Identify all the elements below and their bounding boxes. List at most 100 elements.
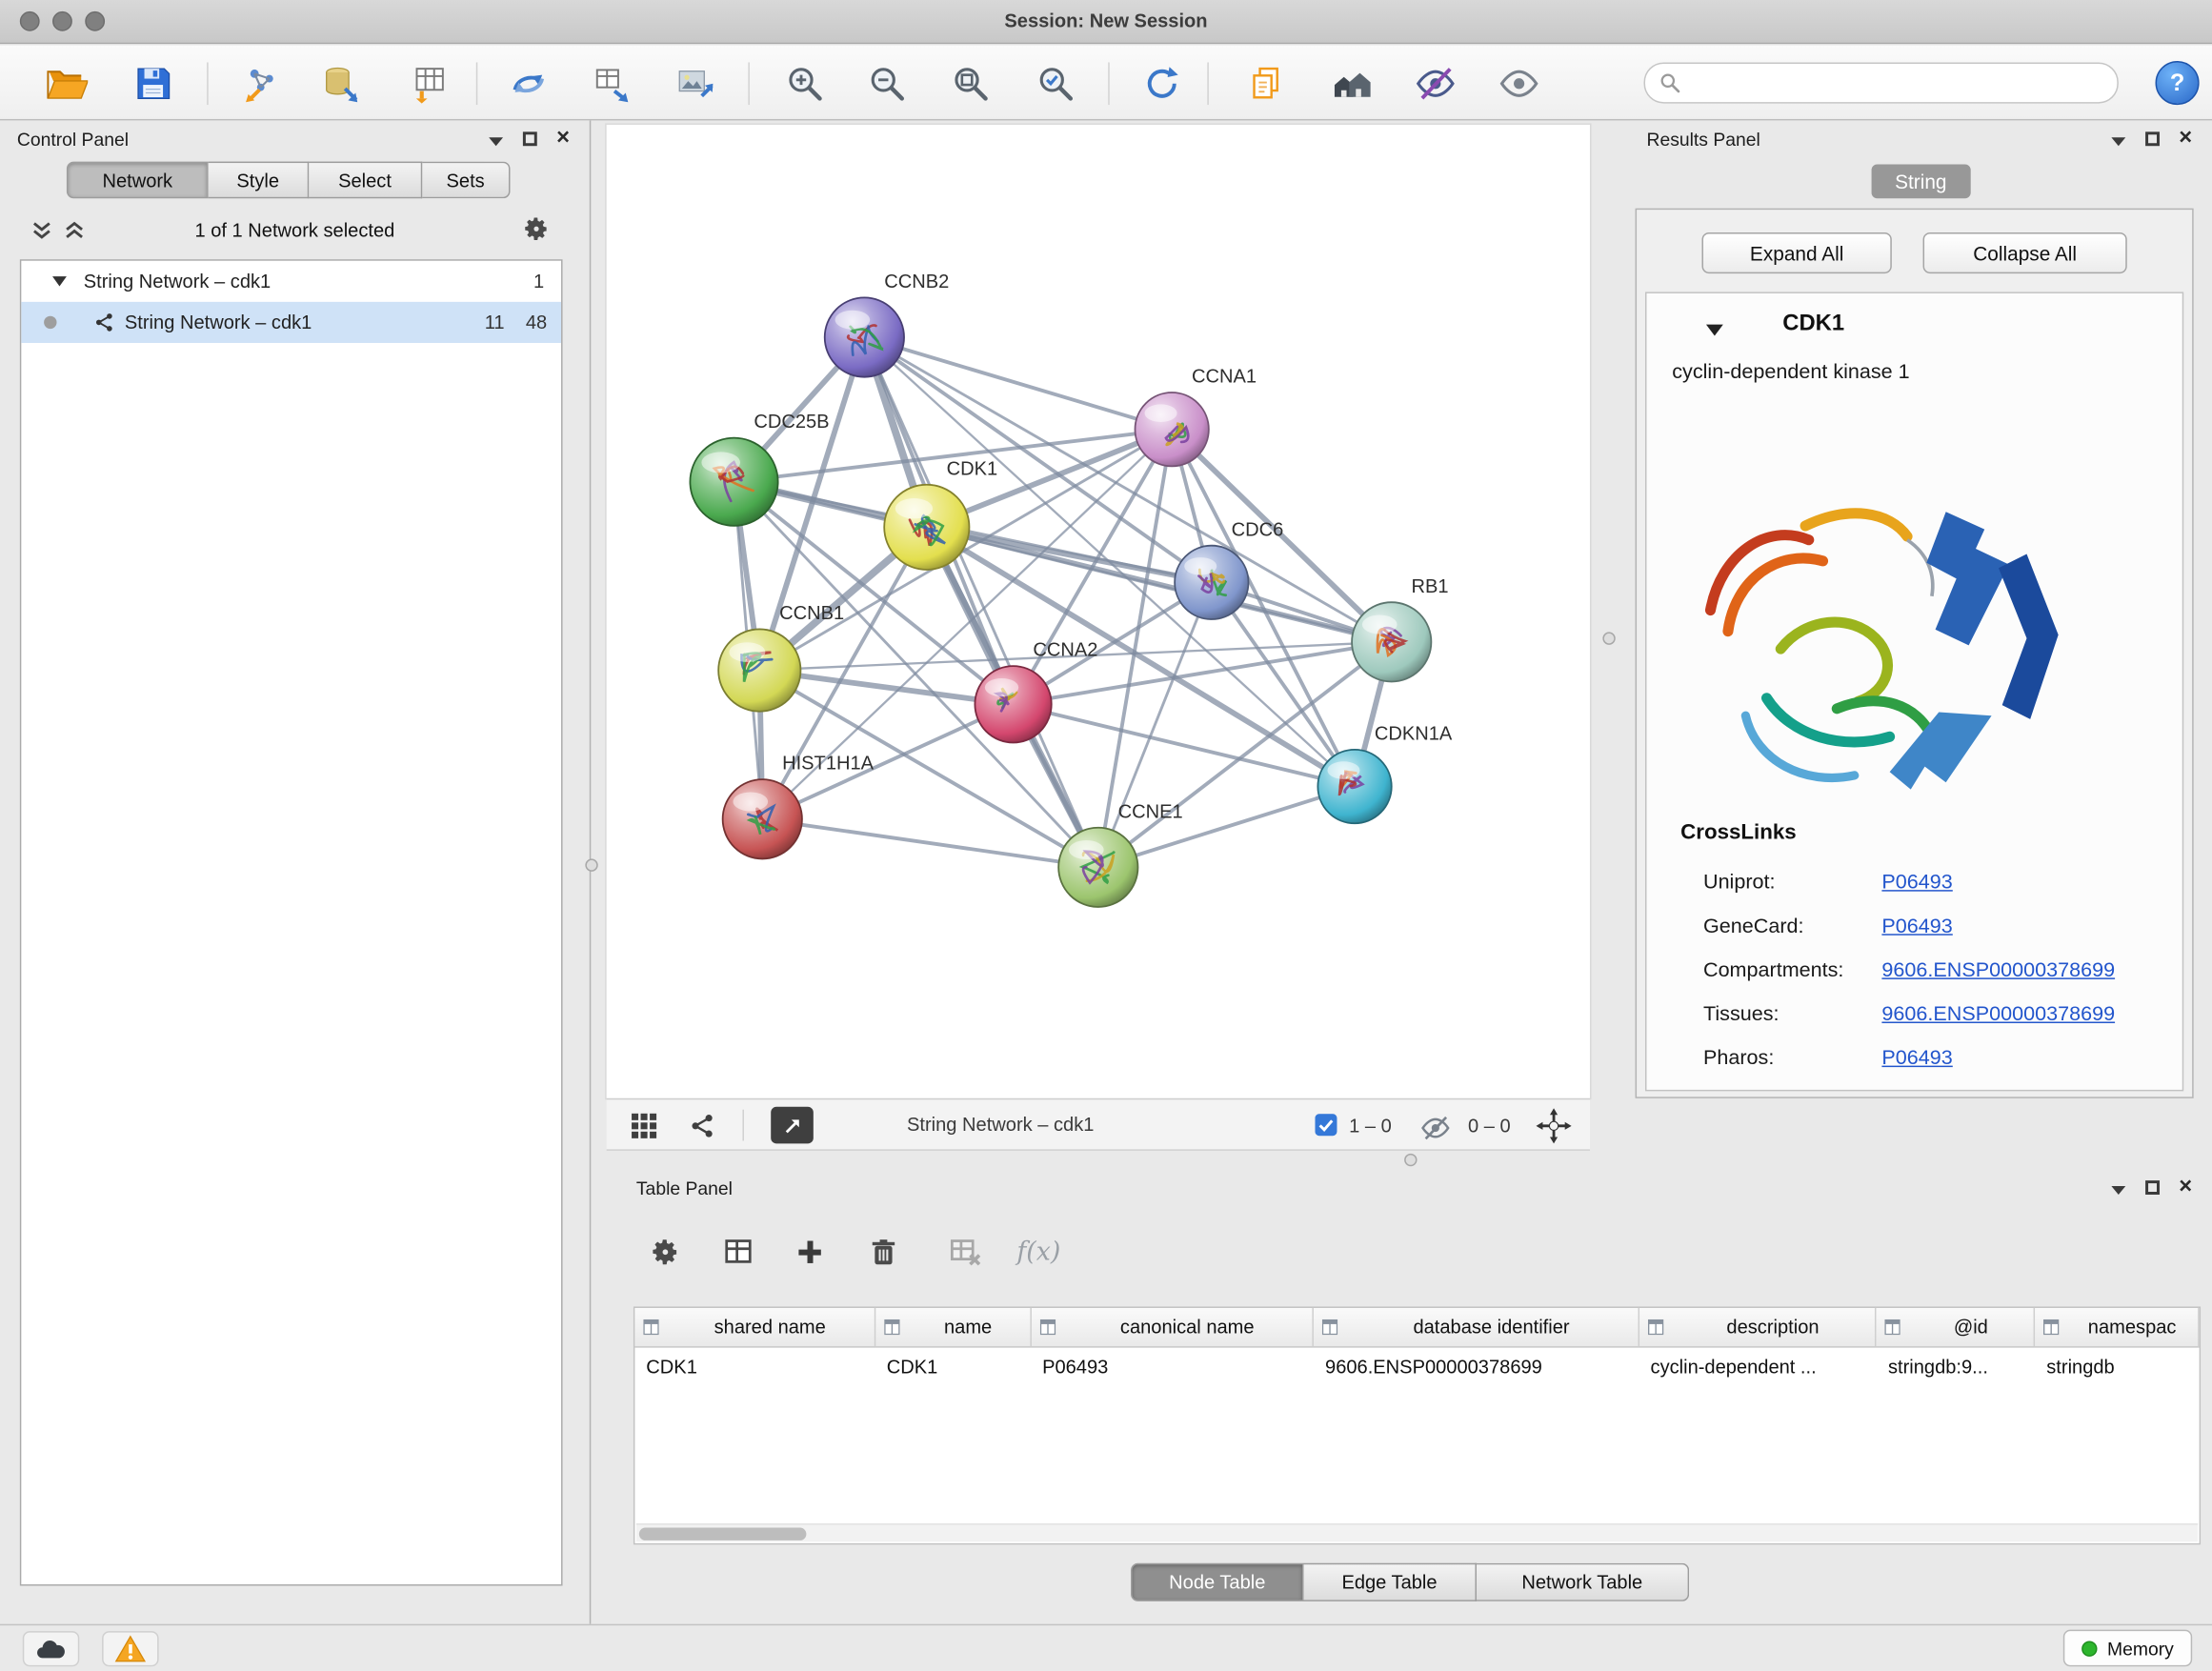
open-session-button[interactable] <box>38 55 95 112</box>
node-CCNA1[interactable] <box>1135 393 1208 466</box>
zoom-out-button[interactable] <box>858 55 915 112</box>
vertical-splitter-handle[interactable] <box>585 858 597 871</box>
search-input[interactable] <box>1689 72 2102 93</box>
vertical-splitter-handle[interactable] <box>1602 632 1615 644</box>
table-cell[interactable]: cyclin-dependent ... <box>1639 1348 1877 1388</box>
network-collection-row[interactable]: String Network – cdk1 1 <box>21 261 561 302</box>
show-all-button[interactable] <box>1491 55 1548 112</box>
collapse-all-networks-icon[interactable] <box>64 220 85 241</box>
table-options-gear-icon[interactable] <box>639 1226 691 1278</box>
tab-edge-table[interactable]: Edge Table <box>1304 1563 1477 1601</box>
collapse-all-button[interactable]: Collapse All <box>1923 232 2127 273</box>
edge-CCNB2-CCNE1[interactable] <box>864 337 1097 867</box>
crosslink-link[interactable]: 9606.ENSP00000378699 <box>1881 1002 2115 1025</box>
birds-eye-view-icon[interactable] <box>629 1111 658 1140</box>
crosslink-link[interactable]: P06493 <box>1881 1047 1952 1070</box>
selected-checkbox-icon[interactable] <box>1315 1114 1337 1137</box>
delete-column-trash-icon[interactable] <box>857 1226 909 1278</box>
zoom-in-button[interactable] <box>776 55 834 112</box>
network-share-icon[interactable] <box>689 1113 715 1139</box>
expand-all-button[interactable]: Expand All <box>1701 232 1891 273</box>
horizontal-splitter-handle[interactable] <box>1404 1154 1417 1166</box>
table-cell[interactable]: stringdb <box>2035 1348 2199 1388</box>
tab-network-table[interactable]: Network Table <box>1477 1563 1689 1601</box>
node-CDC6[interactable] <box>1175 546 1248 619</box>
node-CCNB1[interactable] <box>718 629 800 711</box>
hide-selected-button[interactable] <box>1407 55 1464 112</box>
cloud-status-button[interactable] <box>23 1631 80 1666</box>
network-from-selection-button[interactable] <box>500 55 557 112</box>
home-button[interactable] <box>1323 55 1380 112</box>
network-row-selected[interactable]: String Network – cdk1 11 48 <box>21 302 561 343</box>
column-header-5[interactable]: @id <box>1877 1308 2035 1346</box>
node-CCNE1[interactable] <box>1058 828 1137 907</box>
crosslink-link[interactable]: P06493 <box>1881 871 1952 894</box>
node-RB1[interactable] <box>1352 602 1431 681</box>
delete-table-icon[interactable] <box>939 1226 991 1278</box>
crosslink-link[interactable]: 9606.ENSP00000378699 <box>1881 958 2115 981</box>
close-panel-icon[interactable]: × <box>556 129 570 147</box>
import-network-database-button[interactable] <box>312 55 369 112</box>
duplicate-network-button[interactable] <box>1238 55 1296 112</box>
collapse-panel-icon[interactable] <box>489 137 503 146</box>
tab-style[interactable]: Style <box>209 162 310 199</box>
tab-select[interactable]: Select <box>309 162 422 199</box>
node-CDC25B[interactable] <box>690 438 777 526</box>
column-header-1[interactable]: name <box>875 1308 1031 1346</box>
function-builder-icon[interactable]: f(x) <box>1005 1226 1073 1278</box>
table-cell[interactable]: P06493 <box>1031 1348 1314 1388</box>
node-HIST1H1A[interactable] <box>723 779 802 858</box>
status-bar: Memory <box>0 1624 2212 1671</box>
tab-sets[interactable]: Sets <box>422 162 510 199</box>
zoom-fit-button[interactable] <box>942 55 999 112</box>
horizontal-scrollbar[interactable] <box>636 1523 2198 1541</box>
network-canvas[interactable]: CCNB2CCNA1CDC25BCDK1CDC6RB1CCNB1CCNA2CDK… <box>607 125 1590 1098</box>
memory-button[interactable]: Memory <box>2063 1630 2192 1667</box>
apply-layout-button[interactable] <box>1134 55 1191 112</box>
node-CCNB2[interactable] <box>825 297 904 376</box>
table-cell[interactable]: CDK1 <box>875 1348 1031 1388</box>
scrollbar-thumb[interactable] <box>639 1528 807 1540</box>
show-columns-icon[interactable] <box>713 1226 764 1278</box>
import-network-file-button[interactable] <box>232 55 290 112</box>
crosslink-link[interactable]: P06493 <box>1881 915 1952 937</box>
warnings-button[interactable] <box>102 1631 159 1666</box>
table-cell[interactable]: 9606.ENSP00000378699 <box>1314 1348 1639 1388</box>
string-results-tab[interactable]: String <box>1871 165 1971 199</box>
tab-network[interactable]: Network <box>67 162 209 199</box>
export-image-button[interactable] <box>666 55 723 112</box>
collapse-panel-icon[interactable] <box>2111 1185 2125 1194</box>
column-header-0[interactable]: shared name <box>634 1308 875 1346</box>
column-header-2[interactable]: canonical name <box>1031 1308 1314 1346</box>
import-table-file-button[interactable] <box>399 55 456 112</box>
tree-expand-icon[interactable] <box>52 276 67 286</box>
help-button[interactable]: ? <box>2156 61 2200 105</box>
network-options-gear-icon[interactable] <box>523 215 550 242</box>
node-CDK1[interactable] <box>884 485 969 570</box>
new-network-view-button[interactable] <box>582 55 639 112</box>
open-in-window-button[interactable] <box>771 1107 814 1144</box>
column-header-3[interactable]: database identifier <box>1314 1308 1639 1346</box>
zoom-selected-button[interactable] <box>1027 55 1084 112</box>
column-header-4[interactable]: description <box>1639 1308 1877 1346</box>
column-header-6[interactable]: namespac <box>2035 1308 2199 1346</box>
table-cell[interactable]: CDK1 <box>634 1348 875 1388</box>
edge-HIST1H1A-CCNE1[interactable] <box>762 819 1098 868</box>
hidden-eye-slash-icon[interactable] <box>1419 1113 1451 1144</box>
close-panel-icon[interactable]: × <box>2179 1178 2192 1196</box>
save-session-button[interactable] <box>125 55 182 112</box>
float-panel-icon[interactable] <box>522 131 536 146</box>
expand-all-networks-icon[interactable] <box>31 220 52 241</box>
section-disclosure-icon[interactable] <box>1706 325 1723 336</box>
edge-CCNB2-CCNA1[interactable] <box>864 337 1172 430</box>
float-panel-icon[interactable] <box>2145 131 2160 146</box>
tab-node-table[interactable]: Node Table <box>1131 1563 1303 1601</box>
float-panel-icon[interactable] <box>2145 1180 2160 1195</box>
close-panel-icon[interactable]: × <box>2179 129 2192 147</box>
node-CCNA2[interactable] <box>975 666 1051 742</box>
pan-crosshair-icon[interactable] <box>1536 1108 1571 1143</box>
node-CDKN1A[interactable] <box>1317 750 1391 823</box>
collapse-panel-icon[interactable] <box>2111 137 2125 146</box>
table-cell[interactable]: stringdb:9... <box>1877 1348 2035 1388</box>
add-column-icon[interactable] <box>784 1226 835 1278</box>
